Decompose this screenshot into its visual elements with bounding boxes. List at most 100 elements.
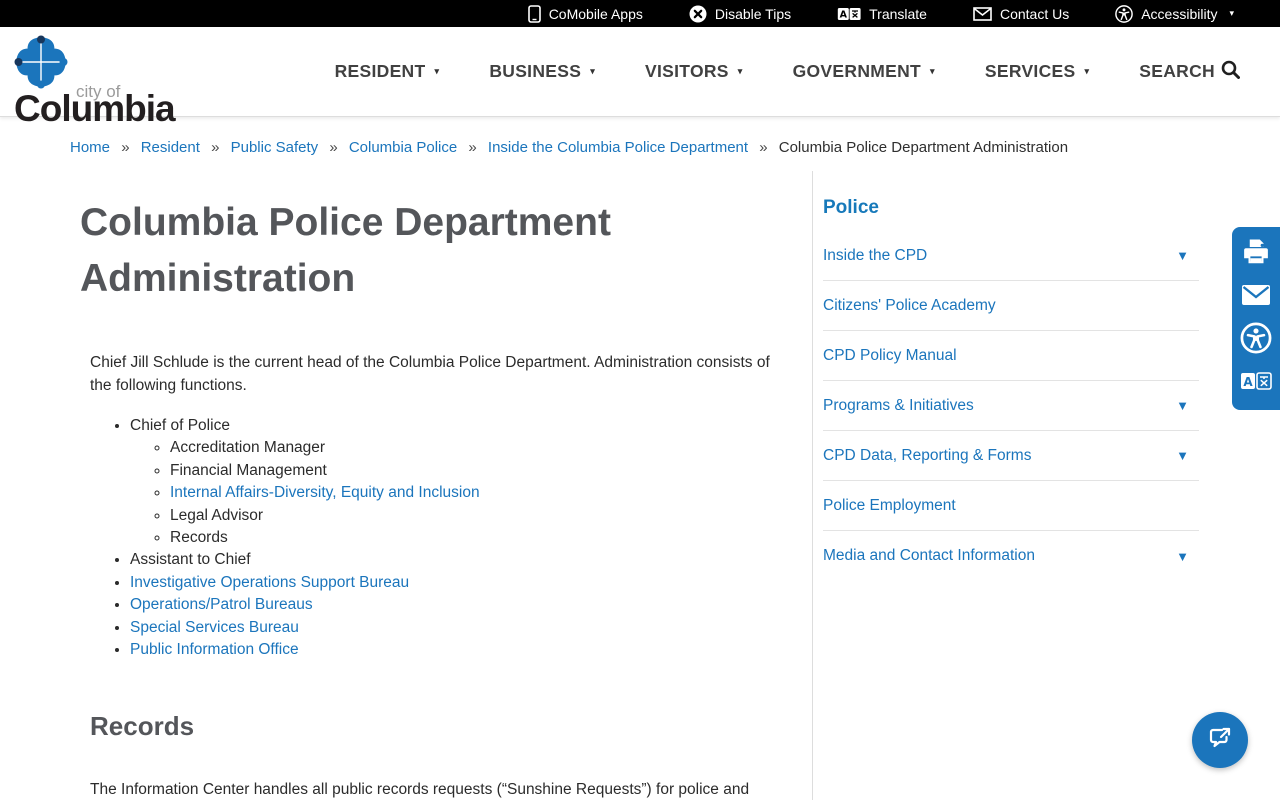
nav-government[interactable]: GOVERNMENT ▾	[793, 61, 935, 82]
page-tools-panel: A	[1232, 227, 1280, 410]
comobile-apps-label: CoMobile Apps	[548, 5, 643, 22]
list-item: Records	[170, 527, 812, 549]
special-services-link[interactable]: Special Services Bureau	[130, 619, 299, 636]
list-item: Internal Affairs-Diversity, Equity and I…	[170, 482, 812, 504]
breadcrumb-separator: »	[468, 139, 477, 156]
city-of-columbia-logo[interactable]: city of Columbia	[14, 30, 194, 127]
caret-down-icon: ▾	[1229, 8, 1234, 18]
disable-tips-label: Disable Tips	[714, 5, 792, 22]
nav-resident[interactable]: RESIDENT ▾	[335, 61, 440, 82]
sidebar-item-cpd-data-reporting-forms[interactable]: CPD Data, Reporting & Forms ▼	[823, 431, 1199, 481]
circle-x-icon	[689, 5, 707, 23]
chief-sublist: Accreditation Manager Financial Manageme…	[130, 437, 812, 549]
accessibility-tools-button[interactable]	[1240, 322, 1272, 359]
sidebar-item-media-contact-information[interactable]: Media and Contact Information ▼	[823, 531, 1199, 581]
functions-list: Chief of Police Accreditation Manager Fi…	[90, 415, 812, 661]
accessibility-menu[interactable]: Accessibility ▾	[1115, 4, 1234, 23]
accessibility-label: Accessibility	[1141, 5, 1218, 22]
feedback-button[interactable]	[1192, 712, 1248, 768]
sidebar-item-cpd-policy-manual[interactable]: CPD Policy Manual	[823, 331, 1199, 381]
list-item-label: Accreditation Manager	[170, 439, 326, 457]
breadcrumb-separator: »	[759, 139, 768, 156]
search-icon	[1221, 60, 1240, 84]
list-item: Assistant to Chief	[130, 549, 812, 571]
list-item: Chief of Police Accreditation Manager Fi…	[130, 415, 812, 549]
sidebar-item-label: Citizens' Police Academy	[823, 296, 996, 314]
list-item-label: Legal Advisor	[170, 506, 264, 524]
breadcrumb-resident[interactable]: Resident	[141, 139, 200, 156]
list-item-label: Records	[170, 529, 228, 547]
sidebar-item-label: CPD Data, Reporting & Forms	[823, 446, 1032, 464]
svg-text:A: A	[1243, 375, 1253, 389]
breadcrumb-public-safety[interactable]: Public Safety	[231, 139, 319, 156]
page-title: Columbia Police Department Administratio…	[80, 201, 611, 300]
records-heading: Records	[90, 711, 195, 742]
nav-services[interactable]: SERVICES ▾	[985, 61, 1089, 82]
accessibility-icon	[1240, 322, 1272, 359]
translate-label: Translate	[869, 5, 927, 22]
logo-name: Columbia	[14, 87, 176, 129]
breadcrumb-separator: »	[121, 139, 130, 156]
sidebar-item-police-employment[interactable]: Police Employment	[823, 481, 1199, 531]
sidebar-item-inside-the-cpd[interactable]: Inside the CPD ▼	[823, 231, 1199, 281]
translate-icon: A	[837, 6, 861, 22]
operations-patrol-link[interactable]: Operations/Patrol Bureaus	[130, 596, 313, 613]
breadcrumb: Home » Resident » Public Safety » Columb…	[0, 117, 1280, 156]
police-sidebar: Police Inside the CPD ▼ Citizens' Police…	[812, 171, 1202, 800]
svg-text:A: A	[840, 9, 848, 20]
email-page-button[interactable]	[1240, 281, 1272, 313]
sidebar-item-citizens-police-academy[interactable]: Citizens' Police Academy	[823, 281, 1199, 331]
search-button[interactable]: SEARCH	[1139, 60, 1240, 84]
translate-link[interactable]: A Translate	[837, 6, 927, 22]
nav-business[interactable]: BUSINESS ▾	[489, 61, 595, 82]
envelope-icon	[973, 6, 992, 21]
print-icon	[1241, 237, 1271, 272]
print-button[interactable]	[1240, 238, 1272, 270]
contact-us-link[interactable]: Contact Us	[973, 6, 1069, 22]
public-information-link[interactable]: Public Information Office	[130, 641, 299, 658]
caret-down-icon: ▾	[737, 66, 743, 76]
content-area: Columbia Police Department Administratio…	[70, 171, 1280, 800]
chevron-down-icon[interactable]: ▼	[1176, 248, 1189, 263]
list-item: Public Information Office	[130, 639, 812, 661]
breadcrumb-home[interactable]: Home	[70, 139, 110, 156]
chevron-down-icon[interactable]: ▼	[1176, 448, 1189, 463]
sidebar-heading: Police	[823, 197, 879, 218]
disable-tips-button[interactable]: Disable Tips	[689, 5, 791, 23]
list-item-label: Assistant to Chief	[130, 551, 251, 569]
main-navigation: RESIDENT ▾ BUSINESS ▾ VISITORS ▾ GOVERNM…	[335, 60, 1240, 84]
sidebar-item-programs-initiatives[interactable]: Programs & Initiatives ▼	[823, 381, 1199, 431]
nav-business-label: BUSINESS	[489, 61, 582, 81]
investigative-operations-link[interactable]: Investigative Operations Support Bureau	[130, 574, 409, 591]
main-column: Columbia Police Department Administratio…	[70, 171, 812, 800]
translate-page-button[interactable]: A	[1240, 367, 1272, 399]
list-item: Special Services Bureau	[130, 617, 812, 639]
mobile-icon	[527, 4, 541, 23]
nav-government-label: GOVERNMENT	[792, 61, 922, 81]
sidebar-item-label: CPD Policy Manual	[823, 346, 957, 364]
accessibility-icon	[1115, 4, 1134, 23]
list-item-label: Chief of Police	[130, 417, 230, 434]
sidebar-item-label: Inside the CPD	[823, 246, 928, 264]
contact-us-label: Contact Us	[999, 5, 1070, 22]
breadcrumb-current-page: Columbia Police Department Administratio…	[778, 139, 1069, 156]
comobile-apps-link[interactable]: CoMobile Apps	[527, 4, 643, 23]
breadcrumb-separator: »	[329, 139, 338, 156]
sidebar-item-label: Media and Contact Information	[823, 547, 1035, 564]
site-header: city of Columbia RESIDENT ▾ BUSINESS ▾ V…	[0, 27, 1280, 127]
breadcrumb-columbia-police[interactable]: Columbia Police	[349, 139, 457, 156]
list-item: Operations/Patrol Bureaus	[130, 594, 812, 616]
sidebar-item-label: Programs & Initiatives	[823, 396, 974, 414]
records-paragraph: The Information Center handles all publi…	[90, 781, 750, 799]
chevron-down-icon[interactable]: ▼	[1176, 549, 1189, 564]
list-item: Investigative Operations Support Bureau	[130, 572, 812, 594]
internal-affairs-link[interactable]: Internal Affairs-Diversity, Equity and I…	[170, 484, 480, 501]
translate-icon: A	[1240, 371, 1272, 396]
breadcrumb-inside-cpd[interactable]: Inside the Columbia Police Department	[488, 139, 748, 156]
caret-down-icon: ▾	[930, 66, 935, 76]
nav-visitors[interactable]: VISITORS ▾	[645, 61, 743, 82]
utility-bar: CoMobile Apps Disable Tips A Translate C…	[0, 0, 1280, 27]
email-icon	[1241, 284, 1271, 311]
feedback-share-icon	[1206, 724, 1234, 757]
chevron-down-icon[interactable]: ▼	[1176, 398, 1189, 413]
